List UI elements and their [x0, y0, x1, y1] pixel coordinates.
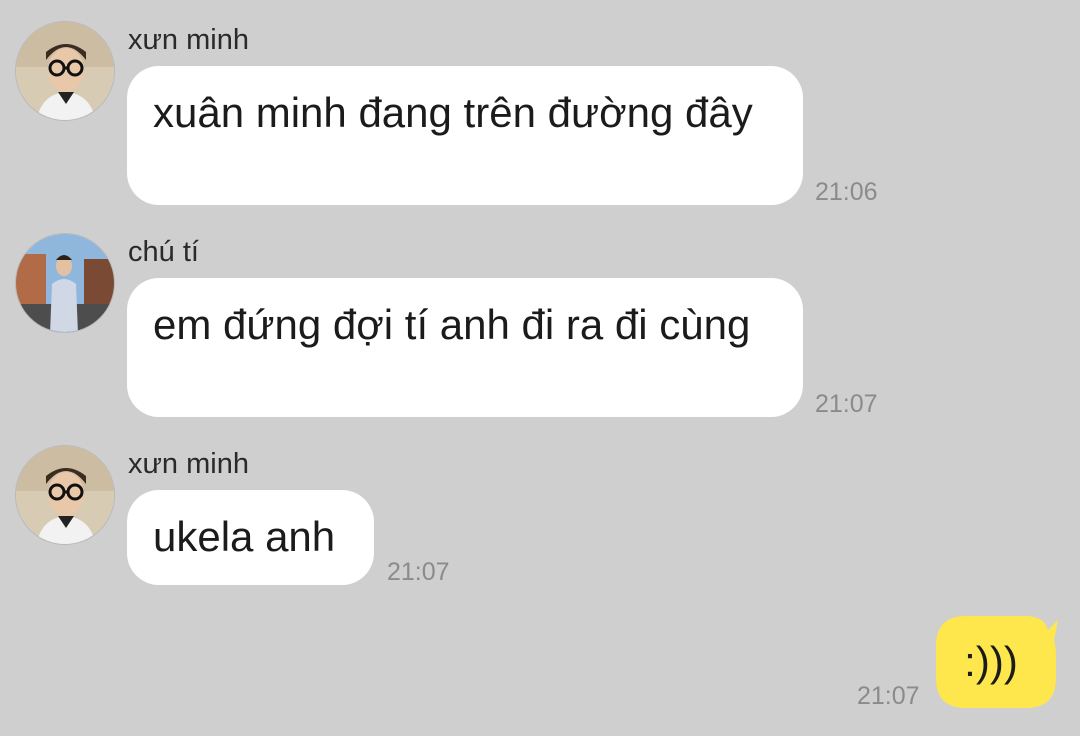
message-bubble[interactable]: em đứng đợi tí anh đi ra đi cùng: [127, 278, 803, 417]
message-text: em đứng đợi tí anh đi ra đi cùng: [153, 301, 751, 348]
sender-name: chú tí: [128, 236, 199, 268]
avatar-chu-ti[interactable]: [15, 233, 115, 333]
message-time: 21:07: [815, 390, 878, 418]
message-bubble[interactable]: ukela anh: [127, 490, 374, 585]
sender-name: xưn minh: [128, 448, 249, 480]
message-time: 21:06: [815, 178, 878, 206]
message-text: ukela anh: [153, 513, 336, 560]
my-message-time: 21:07: [857, 682, 920, 710]
message-text: xuân minh đang trên đường đây: [153, 89, 753, 136]
sender-name: xưn minh: [128, 24, 249, 56]
my-message-text: :))): [964, 638, 1018, 685]
avatar-xun-minh[interactable]: [15, 21, 115, 121]
message-time: 21:07: [387, 558, 450, 586]
avatar-xun-minh[interactable]: [15, 445, 115, 545]
my-message-bubble[interactable]: :))): [936, 616, 1058, 708]
message-bubble[interactable]: xuân minh đang trên đường đây: [127, 66, 803, 205]
